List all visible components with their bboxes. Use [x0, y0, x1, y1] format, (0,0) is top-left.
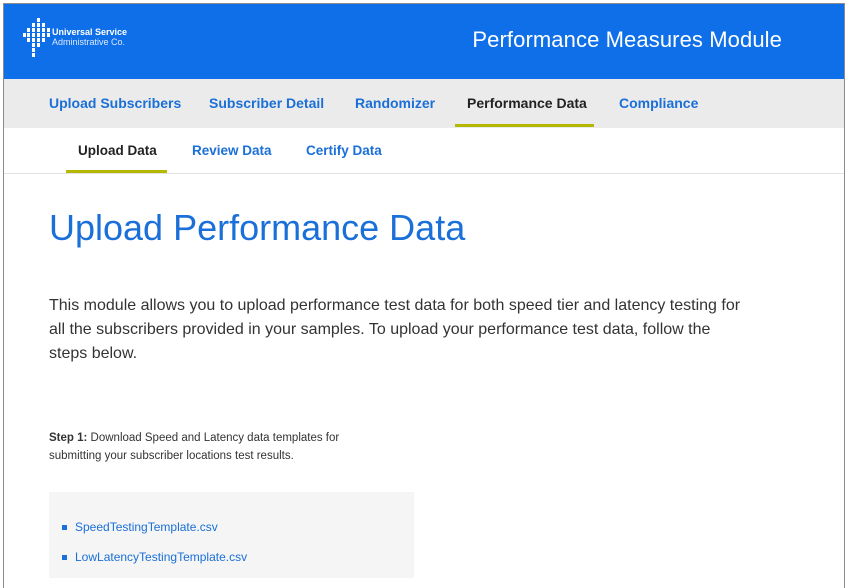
intro-text: This module allows you to upload perform… [49, 297, 741, 362]
sub-nav: Upload Data Review Data Certify Data [4, 128, 844, 174]
tab-certify-data[interactable]: Certify Data [306, 143, 382, 158]
file-link-speed-testing[interactable]: SpeedTestingTemplate.csv [62, 519, 247, 535]
template-file-list: SpeedTestingTemplate.csv LowLatencyTesti… [62, 519, 247, 579]
step-1-text: Download Speed and Latency data template… [49, 432, 340, 462]
app-window: Universal Service Administrative Co. Per… [3, 3, 845, 588]
file-name[interactable]: SpeedTestingTemplate.csv [75, 519, 218, 535]
app-title: Performance Measures Module [472, 27, 782, 52]
nav-randomizer[interactable]: Randomizer [355, 95, 435, 111]
step-1-instructions: Step 1: Download Speed and Latency data … [49, 429, 379, 465]
file-link-low-latency-testing[interactable]: LowLatencyTestingTemplate.csv [62, 549, 247, 565]
brand-line-2: Administrative Co. [52, 37, 126, 47]
tab-upload-data[interactable]: Upload Data [78, 143, 157, 158]
active-tab-underline [66, 170, 167, 173]
nav-subscriber-detail[interactable]: Subscriber Detail [209, 95, 324, 111]
tab-review-data[interactable]: Review Data [192, 143, 272, 158]
template-download-panel: SpeedTestingTemplate.csv LowLatencyTesti… [49, 492, 414, 578]
page-title: Upload Performance Data [49, 207, 466, 248]
brand-name: Universal Service Administrative Co. [52, 27, 127, 47]
active-nav-underline [455, 124, 594, 127]
main-nav: Upload Subscribers Subscriber Detail Ran… [4, 79, 844, 128]
nav-performance-data[interactable]: Performance Data [467, 95, 587, 111]
nav-compliance[interactable]: Compliance [619, 95, 698, 111]
step-1-label: Step 1: [49, 432, 88, 444]
bullet-icon [62, 554, 67, 560]
nav-upload-subscribers[interactable]: Upload Subscribers [49, 95, 181, 111]
brand-line-1: Universal Service [52, 27, 128, 37]
file-name[interactable]: LowLatencyTestingTemplate.csv [75, 549, 247, 565]
bullet-icon [62, 524, 67, 530]
top-header: Universal Service Administrative Co. Per… [4, 4, 844, 79]
